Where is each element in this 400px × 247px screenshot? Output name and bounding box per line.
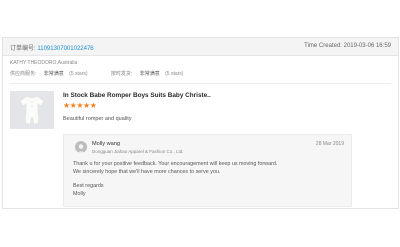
reply-regards: Best regards xyxy=(73,183,104,189)
reply-message-line: Thank u for your positive feedback. Your… xyxy=(73,161,278,167)
rating-value: 非常满意 xyxy=(43,71,64,77)
buyer-comment: Beautiful romper and quality xyxy=(63,116,132,122)
user-avatar-icon xyxy=(77,144,85,153)
feedback-card: 订单编号: 110913070010224​76 Time Created: 2… xyxy=(2,37,399,209)
rating-value: 非常满意 xyxy=(139,71,160,77)
product-title-link[interactable]: In Stock Babe Romper Boys Suits Baby Chr… xyxy=(63,92,211,99)
rating-label: 供应商服务: xyxy=(10,71,37,77)
order-header: 订单编号: 110913070010224​76 Time Created: 2… xyxy=(3,38,398,56)
order-number-link[interactable]: 110913070010224​76 xyxy=(37,46,93,52)
order-number-label: 订单编号: xyxy=(10,46,36,52)
seller-reply: Molly wang Dongguan Jiahao Apparel & Fas… xyxy=(63,134,352,207)
divider xyxy=(10,83,391,84)
supplier-ratings: 供应商服务: 非常满意 (5 stars) 按时发货: 非常满意 (5 star… xyxy=(10,70,205,77)
product-rating-stars: ★★★★★ xyxy=(63,101,97,110)
time-created: Time Created: 2019-03-06 16:59 xyxy=(304,43,391,49)
avatar xyxy=(75,141,87,153)
reply-signoff: Molly xyxy=(73,191,86,197)
product-thumbnail[interactable] xyxy=(10,91,54,129)
reply-message-line: We sincerely hope that we'll have more c… xyxy=(73,169,221,175)
order-info: 订单编号: 110913070010224​76 xyxy=(10,43,94,52)
replier-name: Molly wang xyxy=(92,141,120,147)
baby-romper-image xyxy=(10,91,54,129)
rating-stars-text: (5 stars) xyxy=(165,71,184,77)
rating-supplier-service: 供应商服务: 非常满意 (5 stars) xyxy=(10,71,89,77)
rating-on-time-delivery: 按时发货: 非常满意 (5 stars) xyxy=(111,71,184,77)
reply-date: 28 Mar 2019 xyxy=(315,141,344,147)
rating-label: 按时发货: xyxy=(110,71,133,77)
buyer-name: KATHY THEODORO,Australia xyxy=(10,60,78,66)
replier-company: Dongguan Jiahao Apparel & Fashion Co., L… xyxy=(92,149,184,154)
rating-stars-text: (5 stars) xyxy=(69,71,88,77)
